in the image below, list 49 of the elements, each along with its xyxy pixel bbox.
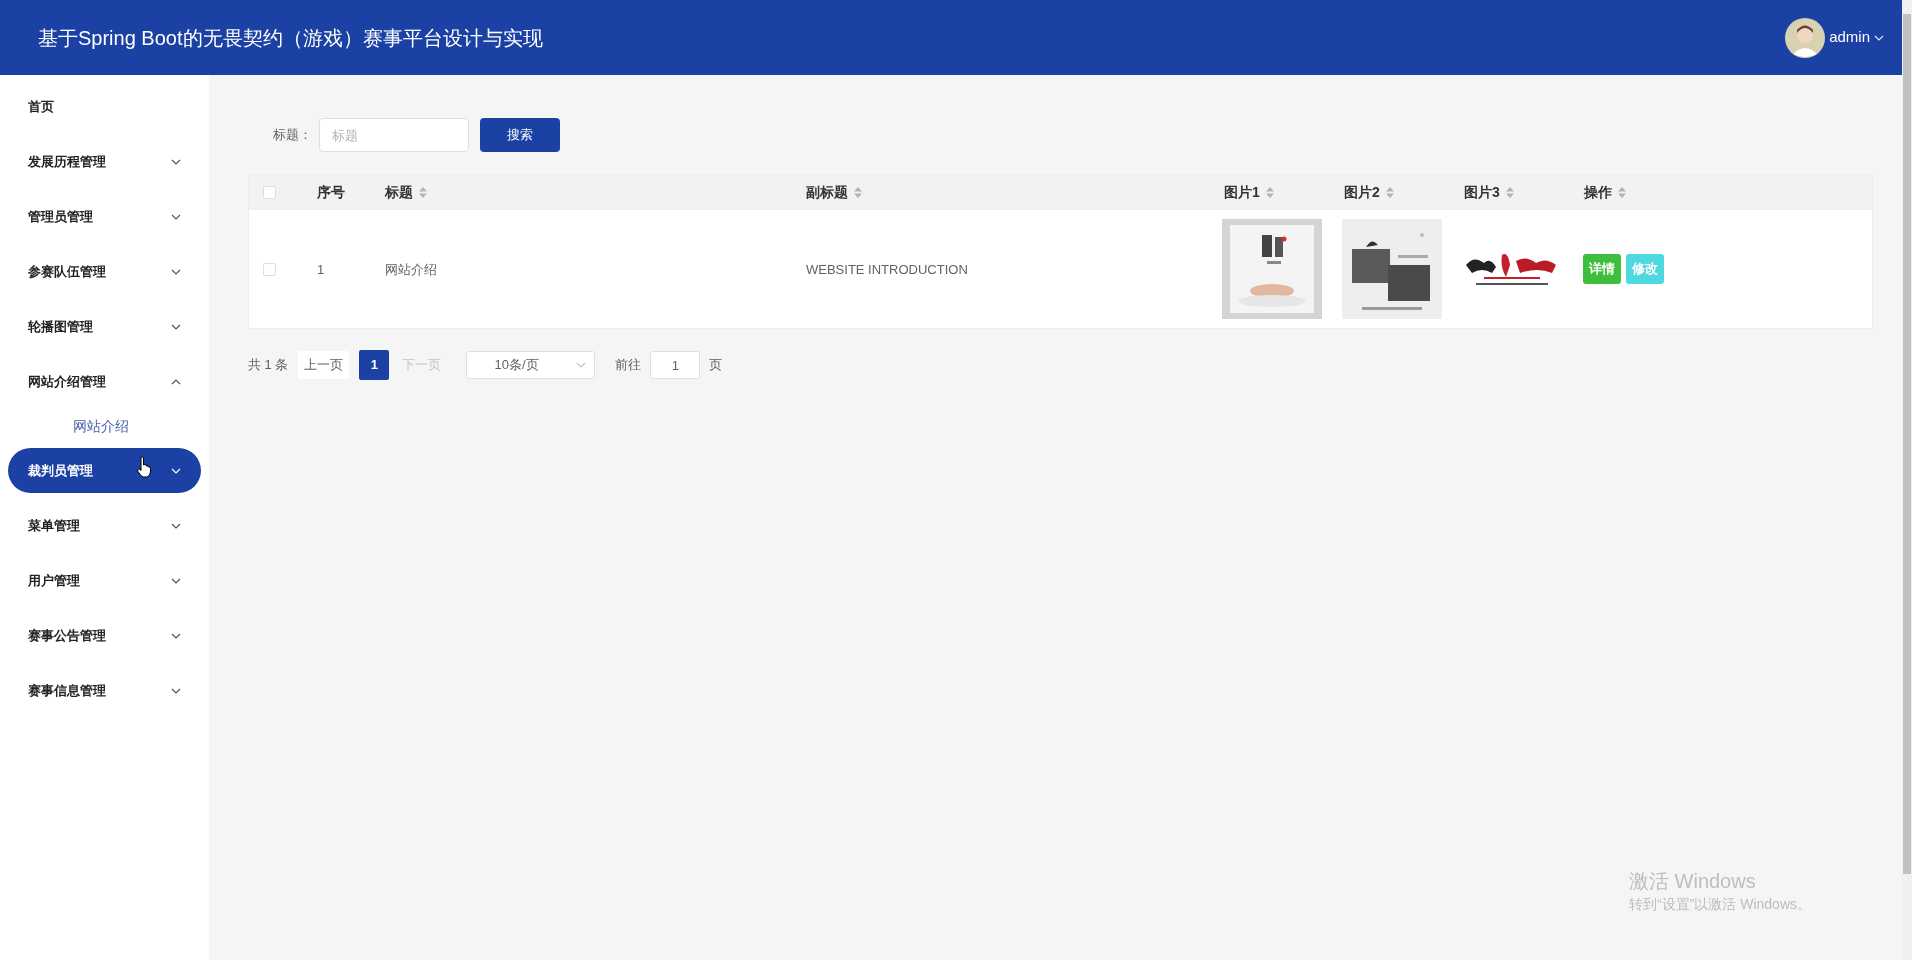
page-number-field[interactable]: 1 [650,351,701,379]
checkbox[interactable] [263,185,276,199]
column-header[interactable]: 图片3 [1464,181,1514,203]
menu-item[interactable]: 首页 [8,84,201,129]
column-header[interactable]: 副标题 [806,181,862,203]
menu-item[interactable]: 赛事信息管理 [8,668,201,713]
menu-item[interactable]: 发展历程管理 [8,139,201,184]
sort-icon[interactable] [1385,186,1394,198]
page-suffix: 页 [709,356,723,375]
page-button[interactable]: 1 [359,350,390,380]
search-field[interactable]: 标题 [319,118,469,152]
table-cell: 1 [317,262,325,277]
scrollbar[interactable] [1902,0,1912,960]
total-count: 共 1 条 [248,356,289,375]
table-cell: WEBSITE INTRODUCTION [806,262,968,277]
activation-notice-title: 激活 Windows [1629,869,1757,894]
menu-item[interactable]: 管理员管理 [8,194,201,239]
menu-item[interactable]: 用户管理 [8,558,201,603]
sort-icon[interactable] [1618,186,1626,198]
menu-item[interactable]: 网站介绍管理 [8,359,201,404]
column-header[interactable]: 图片1 [1224,181,1274,203]
sort-icon[interactable] [854,186,862,198]
menu-item[interactable]: 轮播图管理 [8,304,201,349]
search-label: 标题： [273,126,312,145]
chevron-down-icon [576,362,587,368]
checkbox[interactable] [263,262,276,276]
prev-page-button[interactable]: 上一页 [298,351,350,379]
table-cell: 网站介绍 [385,262,437,277]
chevron-down-icon[interactable] [1874,34,1884,41]
menu-item[interactable]: 裁判员管理 [8,448,201,493]
column-header[interactable]: 序号 [317,181,345,203]
page-size-select[interactable]: 10条/页 [466,351,596,379]
search-button[interactable]: 搜索 [480,118,560,152]
avatar-icon[interactable] [1785,17,1826,58]
goto-label: 前往 [615,356,642,375]
scrollbar-thumb[interactable] [1903,14,1911,874]
sort-icon[interactable] [1265,186,1274,198]
column-header[interactable]: 图片2 [1344,181,1394,203]
sort-icon[interactable] [419,186,427,198]
user-name[interactable]: admin [1829,26,1870,49]
menu-item[interactable]: 赛事公告管理 [8,613,201,658]
column-header[interactable]: 操作 [1584,181,1626,203]
menu-item[interactable]: 参赛队伍管理 [8,249,201,294]
sort-icon[interactable] [1505,186,1514,198]
menu-item[interactable]: 菜单管理 [8,503,201,548]
submenu-item[interactable]: 网站介绍 [73,415,129,437]
app-title: 基于Spring Boot的无畏契约（游戏）赛事平台设计与实现 [38,25,543,51]
hand-cursor-icon [136,456,152,478]
column-header[interactable]: 标题 [385,181,427,203]
